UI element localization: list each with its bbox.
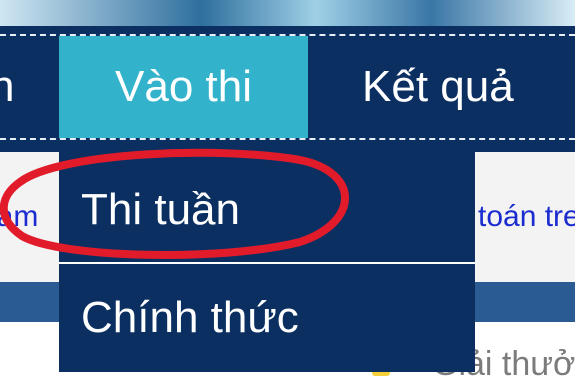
background-link-left[interactable]: ham xyxy=(0,200,50,234)
dropdown-item-chinh-thuc[interactable]: Chính thức xyxy=(59,264,475,372)
header-banner-image xyxy=(0,0,575,26)
nav-item-vao-thi[interactable]: Vào thi xyxy=(59,36,308,138)
main-nav-bar: n Vào thi Kết quả xyxy=(0,26,575,152)
nav-item-ket-qua[interactable]: Kết quả xyxy=(362,36,514,138)
background-link-right[interactable]: toán tre xyxy=(478,200,575,234)
dropdown-item-thi-tuan[interactable]: Thi tuần xyxy=(59,156,475,264)
vao-thi-dropdown-menu: Thi tuần Chính thức xyxy=(59,152,475,372)
nav-item-partial[interactable]: n xyxy=(0,36,14,138)
nav-dashed-border-bottom xyxy=(0,138,575,140)
